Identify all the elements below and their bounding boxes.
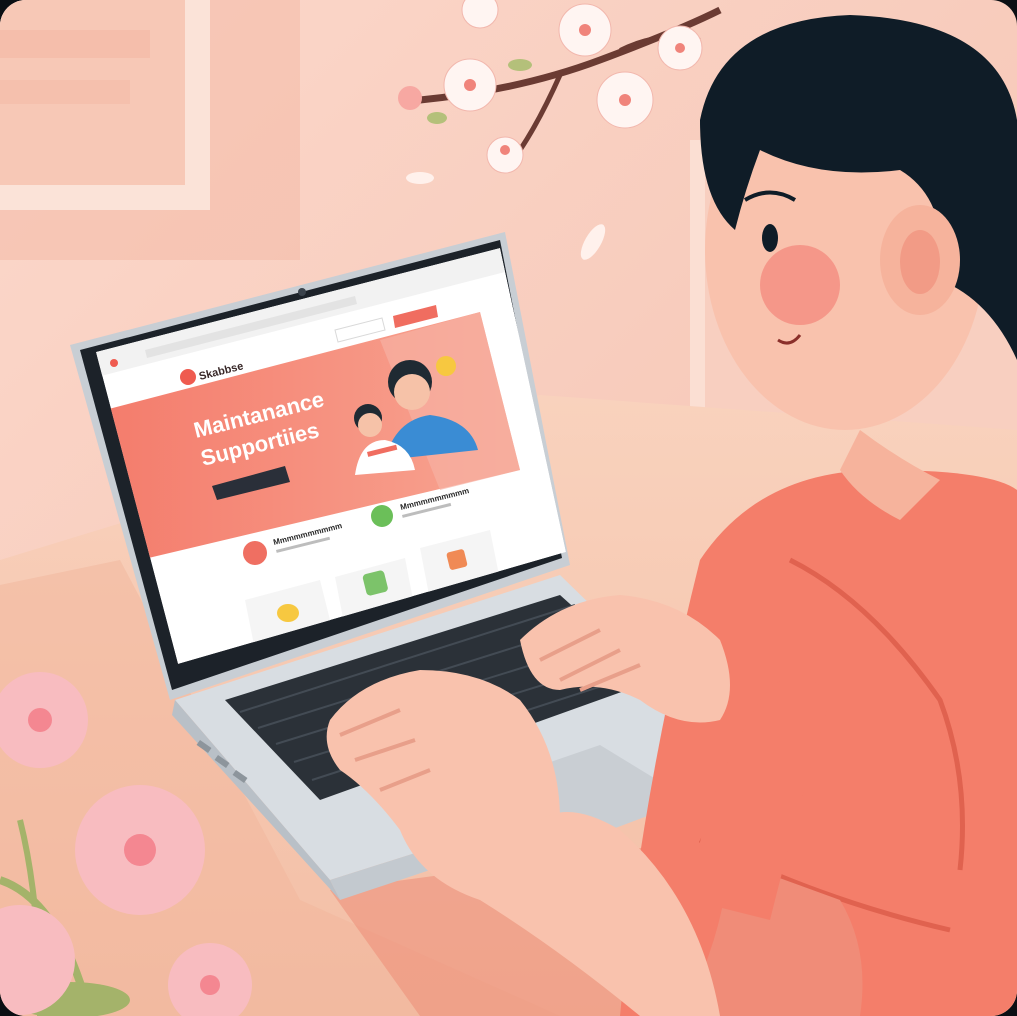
site-logo-icon bbox=[180, 369, 196, 385]
petal bbox=[406, 172, 434, 184]
hero-person-face bbox=[394, 374, 430, 410]
leaf-icon bbox=[371, 505, 393, 527]
frame-stripe bbox=[0, 30, 150, 58]
frame-stripe bbox=[0, 80, 130, 104]
scale-icon bbox=[243, 541, 267, 565]
scene-svg: Skabbse Maintanance Supportiies Mmmmmmmm… bbox=[0, 0, 1017, 1016]
browser-close-icon[interactable] bbox=[110, 359, 118, 367]
card-icon-yellow bbox=[277, 604, 299, 622]
webcam-icon bbox=[298, 288, 306, 296]
smile-badge-icon bbox=[436, 356, 456, 376]
illustration: Skabbse Maintanance Supportiies Mmmmmmmm… bbox=[0, 0, 1017, 1016]
person-eye bbox=[762, 224, 778, 252]
person-cheek bbox=[760, 245, 840, 325]
